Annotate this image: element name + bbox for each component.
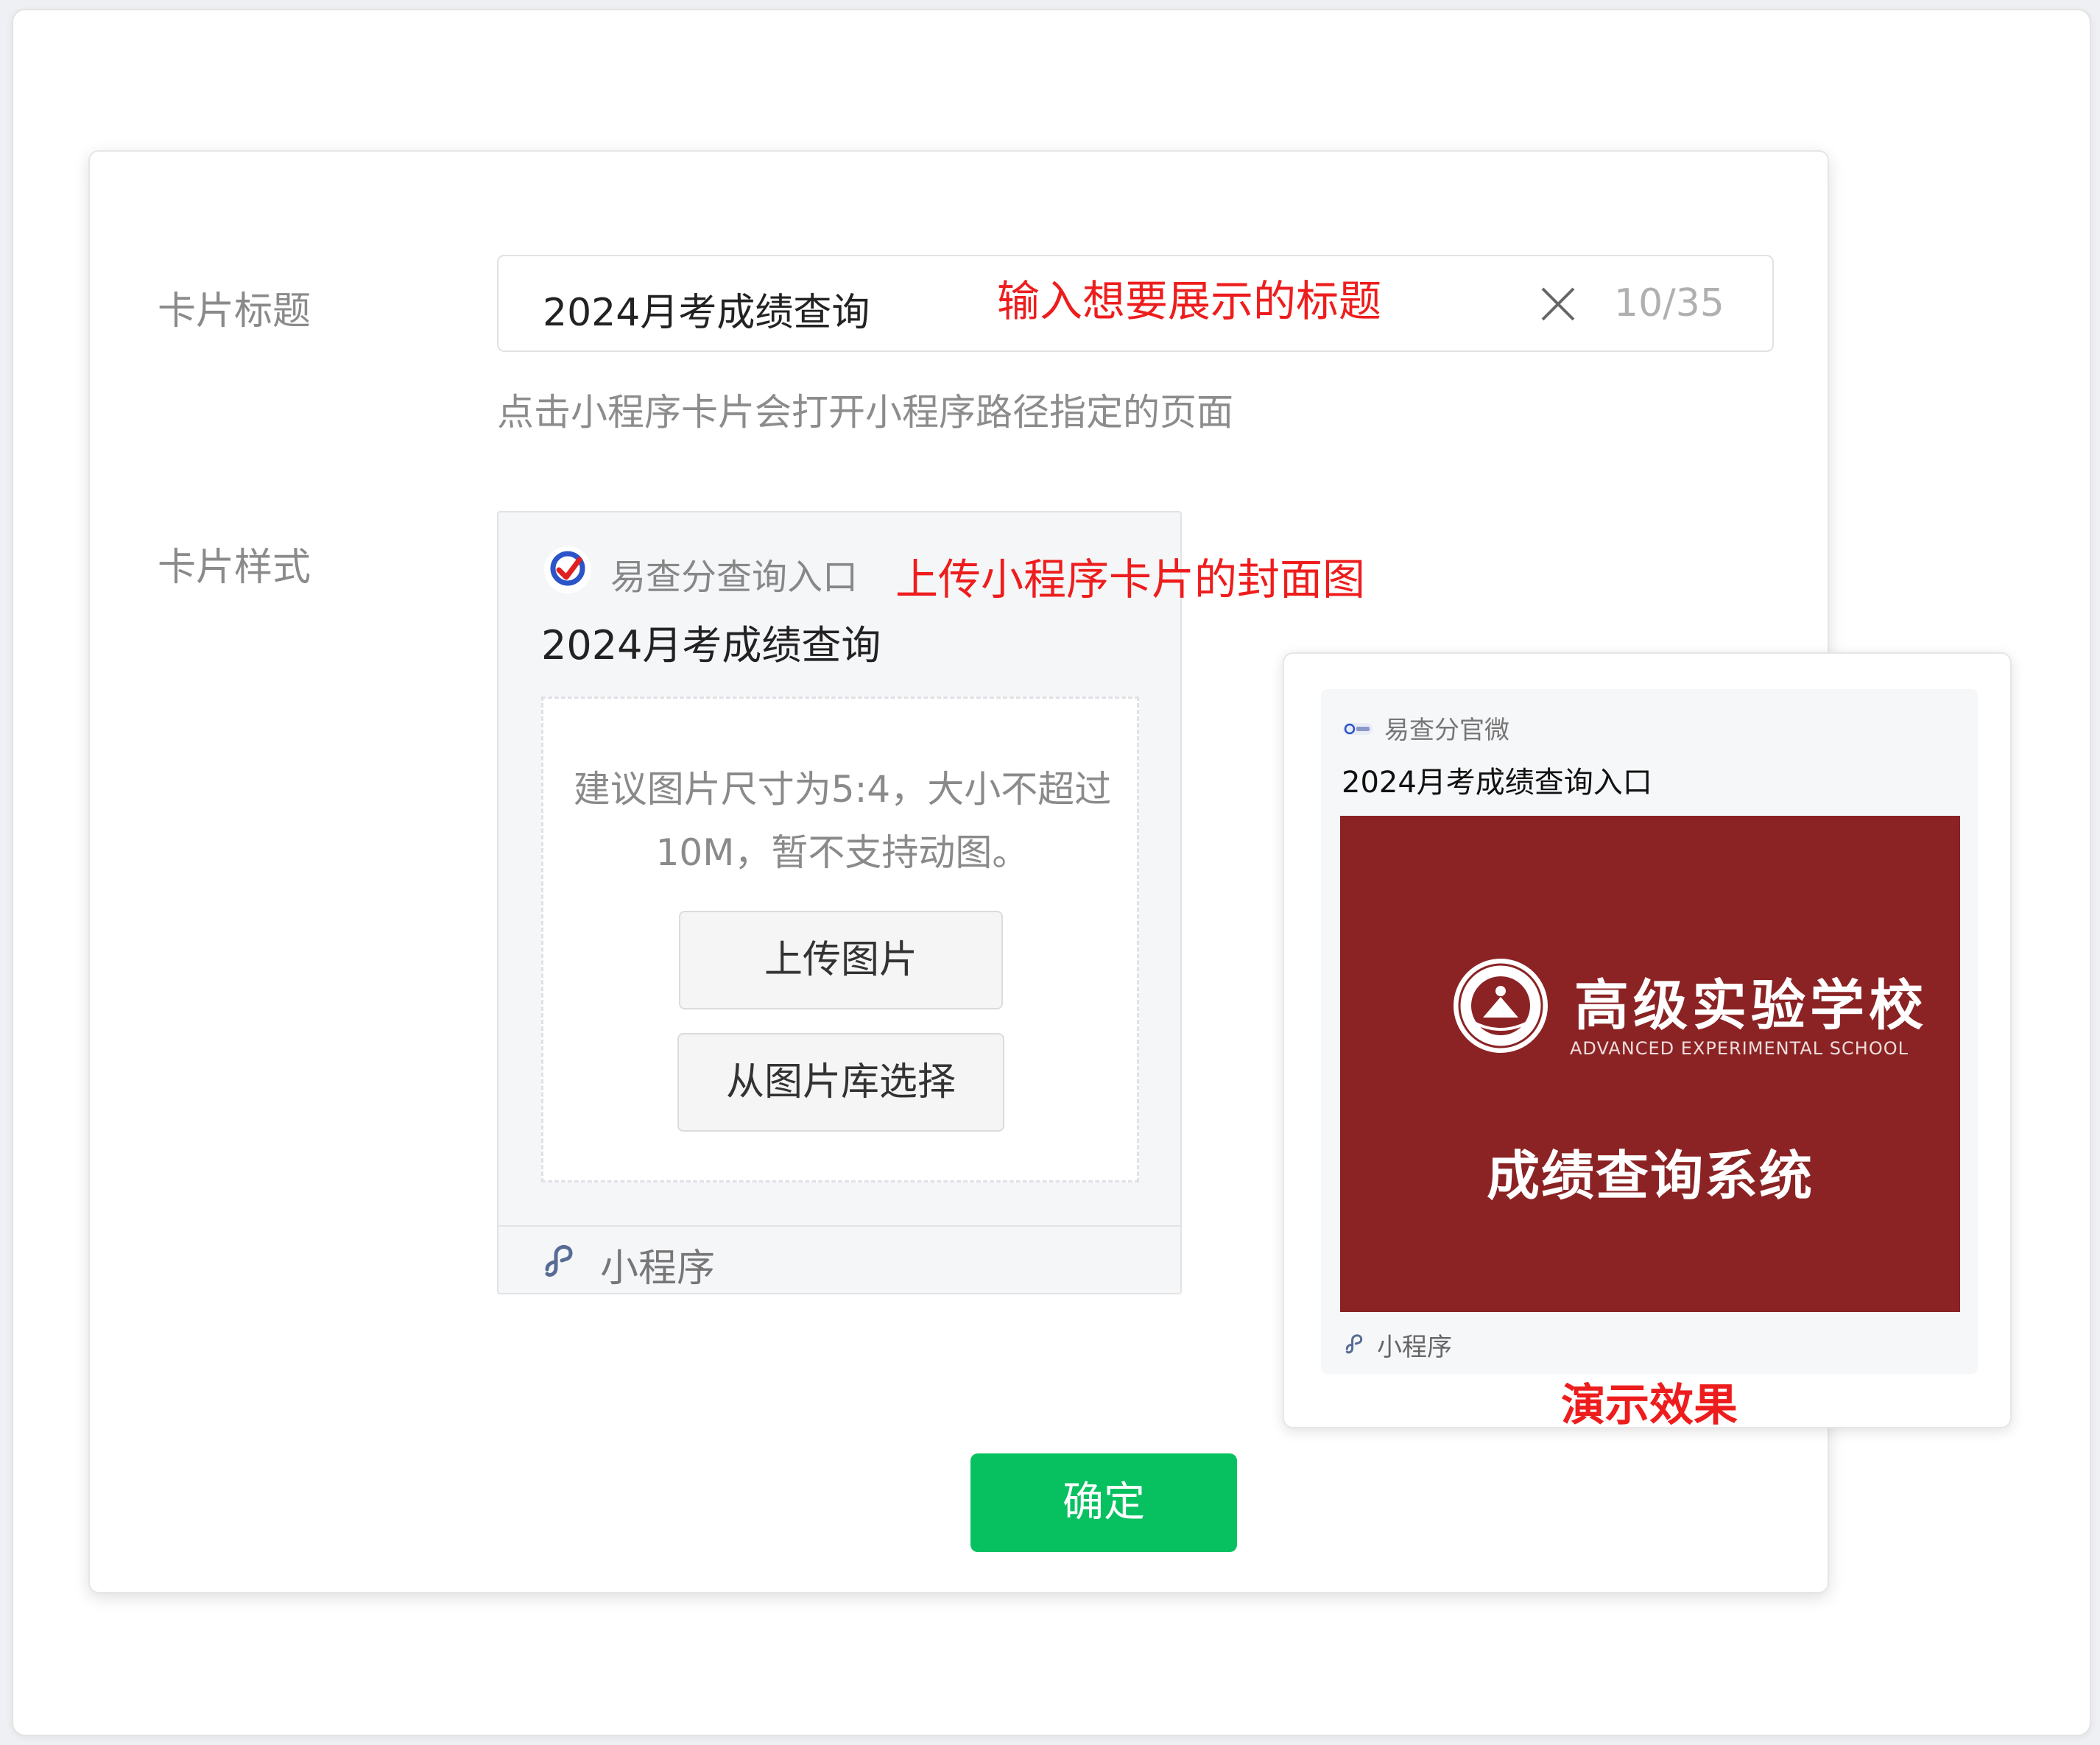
- upload-image-button[interactable]: 上传图片: [679, 911, 1003, 1009]
- card-style-editor: 易查分查询入口 2024月考成绩查询 建议图片尺寸为5:4，大小不超过10M，暂…: [497, 511, 1182, 1294]
- mini-program-link-icon: [1345, 1334, 1363, 1354]
- mini-program-link-icon: [545, 1245, 573, 1277]
- cover-annotation: 上传小程序卡片的封面图: [895, 554, 1366, 604]
- preview-panel: 易查分官微 2024月考成绩查询入口 高级实验学校 ADVANCED EXPER…: [1283, 652, 2012, 1431]
- cover-image: 高级实验学校 ADVANCED EXPERIMENTAL SCHOOL 成绩查询…: [1340, 816, 1960, 1312]
- preview-annotation: 演示效果: [1561, 1380, 1738, 1431]
- char-counter: 10/35: [1614, 281, 1724, 325]
- card-title-label: 卡片标题: [158, 289, 311, 334]
- card-footer: 小程序: [498, 1225, 1180, 1294]
- preview-card-title: 2024月考成绩查询入口: [1342, 766, 1652, 800]
- school-name-en: ADVANCED EXPERIMENTAL SCHOOL: [1570, 1038, 1909, 1059]
- confirm-button[interactable]: 确定: [970, 1453, 1237, 1552]
- preview-footer-label: 小程序: [1377, 1333, 1452, 1362]
- mp-logo-icon: [544, 546, 591, 593]
- preview-mp-name: 易查分官微: [1384, 716, 1509, 745]
- mp-logo-icon: [1343, 723, 1373, 735]
- mp-name: 易查分查询入口: [610, 557, 859, 598]
- card-title-input-value[interactable]: 2024月考成绩查询: [543, 281, 870, 336]
- upload-hint: 建议图片尺寸为5:4，大小不超过10M，暂不支持动图。: [573, 768, 1112, 874]
- card-preview-title: 2024月考成绩查询: [541, 622, 881, 669]
- footer-label: 小程序: [600, 1247, 716, 1291]
- close-icon[interactable]: [1537, 283, 1579, 325]
- school-name: 高级实验学校: [1574, 974, 1928, 1037]
- choose-from-library-button[interactable]: 从图片库选择: [677, 1033, 1004, 1132]
- title-annotation: 输入想要展示的标题: [997, 276, 1382, 326]
- preview-card: 易查分官微 2024月考成绩查询入口 高级实验学校 ADVANCED EXPER…: [1321, 689, 1978, 1374]
- card-style-label: 卡片样式: [158, 546, 311, 590]
- school-emblem-icon: [1454, 959, 1548, 1053]
- card-title-hint: 点击小程序卡片会打开小程序路径指定的页面: [497, 391, 1233, 434]
- cover-upload-area[interactable]: 建议图片尺寸为5:4，大小不超过10M，暂不支持动图。 上传图片 从图片库选择: [541, 697, 1139, 1182]
- cover-title: 成绩查询系统: [1486, 1145, 1814, 1207]
